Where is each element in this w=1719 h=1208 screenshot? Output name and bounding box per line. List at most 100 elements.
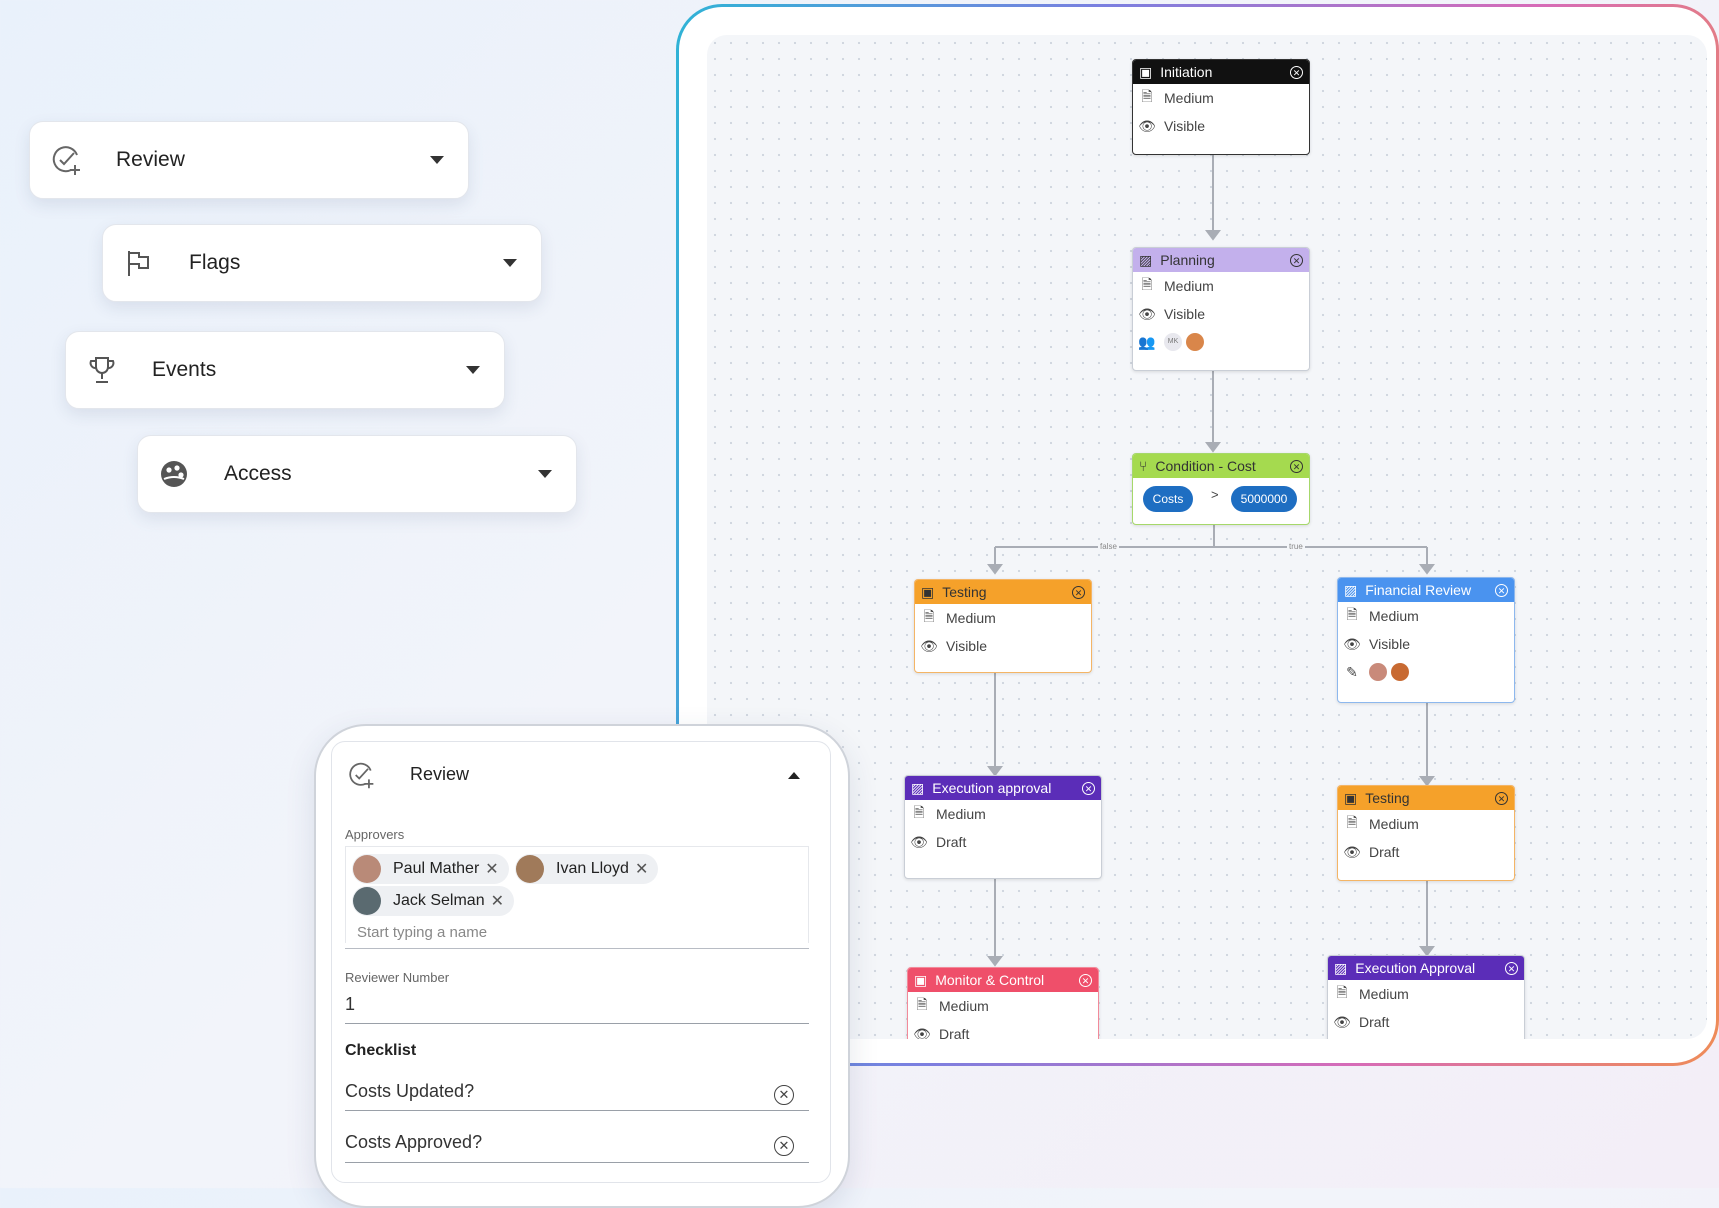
node-title: Financial Review xyxy=(1365,582,1472,598)
node-title: Testing xyxy=(1365,790,1410,806)
node-priority: Medium xyxy=(1164,278,1214,294)
node-initiation[interactable]: ▣ Initiation ✕ 🗎 Medium 👁 Visible xyxy=(1132,59,1310,155)
node-monitor-control[interactable]: ▣ Monitor & Control ✕ 🗎 Medium 👁 Draft xyxy=(907,967,1099,1039)
node-title: Monitor & Control xyxy=(935,972,1045,988)
panel-title: Review xyxy=(410,764,470,784)
node-execution-approval[interactable]: ▨ Execution Approval ✕ 🗎 Medium 👁 Draft xyxy=(1327,955,1525,1039)
close-icon[interactable]: ✕ xyxy=(1072,585,1085,599)
node-title: Testing xyxy=(942,584,987,600)
review-panel-card: Review Approvers Paul Mather ✕ Ivan Lloy… xyxy=(314,724,850,1208)
check-plus-icon xyxy=(46,140,86,180)
flags-dropdown-label: Flags xyxy=(189,251,241,274)
checklist-item-input[interactable]: Costs Approved? xyxy=(345,1132,482,1153)
flag-icon xyxy=(119,243,159,283)
node-priority: Medium xyxy=(936,806,986,822)
eye-icon: 👁 xyxy=(1343,635,1361,652)
access-dropdown-label: Access xyxy=(224,462,292,485)
node-execution-approval[interactable]: ▨ Execution approval ✕ 🗎 Medium 👁 Draft xyxy=(904,775,1102,879)
checklist-item-input[interactable]: Costs Updated? xyxy=(345,1081,474,1102)
events-dropdown[interactable]: Events xyxy=(65,331,505,409)
divider xyxy=(345,948,809,949)
remove-icon[interactable]: ✕ xyxy=(774,1085,794,1105)
review-dropdown[interactable]: Review xyxy=(29,121,469,199)
trophy-icon xyxy=(82,350,122,390)
eye-icon: 👁 xyxy=(1138,117,1156,134)
node-title: Condition - Cost xyxy=(1155,458,1256,474)
chevron-down-icon xyxy=(430,156,444,164)
node-financial-review[interactable]: ▨ Financial Review ✕ 🗎 Medium 👁 Visible ✎ xyxy=(1337,577,1515,703)
divider xyxy=(345,1023,809,1024)
avatar xyxy=(1391,663,1409,681)
condition-value-pill[interactable]: 5000000 xyxy=(1231,486,1297,512)
eye-icon: 👁 xyxy=(913,1025,931,1040)
avatar xyxy=(353,855,381,883)
divider xyxy=(345,1110,809,1111)
approver-name: Paul Mather xyxy=(393,860,480,877)
reviewer-number-label: Reviewer Number xyxy=(345,970,450,985)
document-icon: 🗎 xyxy=(916,996,928,1012)
close-icon[interactable]: ✕ xyxy=(1079,973,1092,987)
chevron-up-icon[interactable] xyxy=(788,772,800,779)
node-visibility: Visible xyxy=(1369,636,1410,652)
chevron-down-icon xyxy=(538,470,552,478)
node-priority: Medium xyxy=(946,610,996,626)
eye-icon: 👁 xyxy=(920,637,938,654)
task-icon: ▣ xyxy=(1344,789,1358,806)
close-icon[interactable]: ✕ xyxy=(1505,961,1518,975)
close-icon[interactable]: ✕ xyxy=(1495,583,1508,597)
approver-chip[interactable]: Paul Mather ✕ xyxy=(352,854,509,884)
check-plus-icon xyxy=(346,760,376,795)
node-priority: Medium xyxy=(1369,816,1419,832)
document-icon: 🗎 xyxy=(1346,606,1358,622)
approver-search-input[interactable]: Start typing a name xyxy=(357,924,487,941)
close-icon[interactable]: ✕ xyxy=(1290,253,1303,267)
pencil-icon: ✎ xyxy=(1346,663,1358,680)
condition-field-pill[interactable]: Costs xyxy=(1143,486,1193,512)
reviewer-number-input[interactable]: 1 xyxy=(345,994,355,1015)
node-testing[interactable]: ▣ Testing ✕ 🗎 Medium 👁 Visible xyxy=(914,579,1092,673)
image-icon: ▨ xyxy=(1334,959,1348,976)
close-icon[interactable]: ✕ xyxy=(1082,781,1095,795)
node-title: Initiation xyxy=(1160,64,1213,80)
node-title: Execution approval xyxy=(932,780,1052,796)
chevron-down-icon xyxy=(466,366,480,374)
access-dropdown[interactable]: Access xyxy=(137,435,577,513)
close-icon[interactable]: ✕ xyxy=(1495,791,1508,805)
close-icon[interactable]: ✕ xyxy=(1290,459,1303,473)
avatar xyxy=(1369,663,1387,681)
close-icon[interactable]: ✕ xyxy=(1290,65,1303,79)
checklist-label: Checklist xyxy=(345,1042,417,1059)
node-visibility: Visible xyxy=(946,638,987,654)
divider xyxy=(345,1162,809,1163)
approver-chip[interactable]: Jack Selman ✕ xyxy=(352,886,514,916)
flags-dropdown[interactable]: Flags xyxy=(102,224,542,302)
node-priority: Medium xyxy=(1164,90,1214,106)
events-dropdown-label: Events xyxy=(152,358,217,381)
condition-operator: > xyxy=(1211,487,1219,502)
document-icon: 🗎 xyxy=(1141,88,1153,104)
edge-label-false: false xyxy=(1098,542,1119,551)
node-planning[interactable]: ▨ Planning ✕ 🗎 Medium 👁 Visible 👥 MK xyxy=(1132,247,1310,371)
flow-edges xyxy=(987,153,1435,967)
document-icon: 🗎 xyxy=(923,608,935,624)
node-visibility: Draft xyxy=(939,1026,970,1039)
remove-icon[interactable]: ✕ xyxy=(635,859,648,879)
eye-icon: 👁 xyxy=(1138,305,1156,322)
remove-icon[interactable]: ✕ xyxy=(485,859,498,879)
eye-icon: 👁 xyxy=(1343,843,1361,860)
chevron-down-icon xyxy=(503,259,517,267)
document-icon: 🗎 xyxy=(1141,276,1153,292)
approver-chip[interactable]: Ivan Lloyd ✕ xyxy=(515,854,659,884)
remove-icon[interactable]: ✕ xyxy=(491,891,504,911)
edge-label-true: true xyxy=(1287,542,1305,551)
node-testing[interactable]: ▣ Testing ✕ 🗎 Medium 👁 Draft xyxy=(1337,785,1515,881)
document-icon: 🗎 xyxy=(1346,814,1358,830)
avatar xyxy=(353,887,381,915)
palette-icon xyxy=(154,454,194,494)
node-condition-cost[interactable]: ⑂ Condition - Cost ✕ Costs > 5000000 xyxy=(1132,453,1310,525)
eye-icon: 👁 xyxy=(1333,1013,1351,1030)
node-title: Planning xyxy=(1160,252,1215,268)
remove-icon[interactable]: ✕ xyxy=(774,1136,794,1156)
flow-canvas[interactable]: false true ▣ Initiation ✕ 🗎 Medium 👁 Visib… xyxy=(707,35,1707,1039)
users-icon: 👥 xyxy=(1138,333,1156,350)
